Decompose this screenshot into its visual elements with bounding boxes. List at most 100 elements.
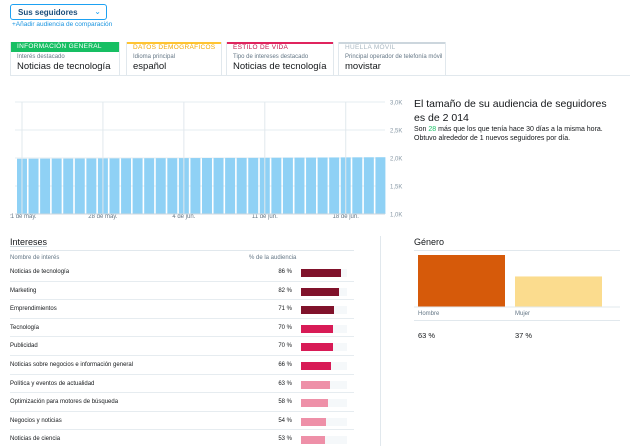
tab-caption: HUELLA MÓVIL bbox=[339, 42, 445, 52]
interest-bar bbox=[301, 436, 326, 445]
interests-title[interactable]: Intereses bbox=[10, 237, 47, 247]
interest-bar-track bbox=[301, 324, 347, 333]
interest-pct: 82 % bbox=[278, 287, 292, 294]
follower-bar bbox=[202, 158, 212, 214]
follower-bar bbox=[86, 158, 97, 214]
follower-bar bbox=[317, 157, 328, 214]
interest-pct: 66 % bbox=[278, 361, 292, 368]
gender-bar bbox=[515, 276, 602, 307]
interest-bar bbox=[301, 324, 334, 333]
gender-label-female: Mujer bbox=[515, 311, 531, 317]
follower-bar bbox=[375, 157, 386, 214]
interest-name: Publicidad bbox=[10, 343, 38, 350]
tab-lifestyle[interactable]: ESTILO DE VIDA Tipo de intereses destaca… bbox=[226, 42, 334, 76]
follower-bar bbox=[63, 158, 74, 214]
x-tick-label: 11 de jun. bbox=[252, 214, 278, 220]
x-tick-label: 21 de may. bbox=[10, 214, 37, 220]
tab-subtitle: Interés destacado bbox=[17, 54, 65, 60]
interest-row: Marketing 82 % bbox=[10, 282, 354, 301]
follower-bar bbox=[132, 158, 143, 214]
interest-name: Emprendimientos bbox=[10, 306, 57, 313]
interest-bar-track bbox=[301, 306, 347, 315]
audience-selector[interactable]: Sus seguidores ⌄ bbox=[10, 4, 107, 20]
tab-value: movistar bbox=[345, 61, 381, 72]
gender-value-male: 63 % bbox=[418, 331, 436, 340]
follower-bar bbox=[363, 157, 374, 214]
interest-bar bbox=[301, 306, 334, 315]
gender-value-female: 37 % bbox=[515, 331, 533, 340]
interest-pct: 70 % bbox=[278, 324, 292, 331]
follower-bar bbox=[306, 157, 317, 214]
interest-row: Noticias de ciencia 53 % bbox=[10, 430, 354, 446]
interest-pct: 53 % bbox=[278, 436, 292, 443]
follower-bar bbox=[352, 157, 363, 214]
follower-bar bbox=[28, 158, 39, 214]
interest-name: Noticias de tecnología bbox=[10, 269, 70, 275]
interest-row: Optimización para motores de búsqueda 58 … bbox=[10, 393, 354, 412]
divider bbox=[414, 320, 620, 321]
follower-bar bbox=[40, 158, 51, 214]
interest-pct: 58 % bbox=[278, 399, 292, 406]
add-comparison-link[interactable]: +Añadir audiencia de comparación bbox=[12, 21, 112, 28]
follower-bar bbox=[74, 158, 85, 214]
tab-value: Noticias de tecnología bbox=[17, 61, 111, 72]
divider bbox=[10, 75, 630, 76]
gender-bar-chart bbox=[414, 255, 620, 308]
tab-demographics[interactable]: DATOS DEMOGRÁFICOS Idioma principal espa… bbox=[126, 42, 222, 76]
tab-caption: ESTILO DE VIDA bbox=[227, 42, 333, 52]
audience-size-text: Son 28 más que los que tenía hace 30 día… bbox=[414, 125, 619, 143]
interest-bar-track bbox=[301, 343, 347, 352]
interest-bar bbox=[301, 343, 334, 352]
interest-name: Noticias sobre negocios e información ge… bbox=[10, 361, 134, 368]
tab-mobile-footprint[interactable]: HUELLA MÓVIL Principal operador de telef… bbox=[338, 42, 446, 76]
y-tick-label: 3,0K bbox=[390, 101, 402, 107]
tab-subtitle: Principal operador de telefonía móvil bbox=[345, 54, 443, 60]
interest-name: Optimización para motores de búsqueda bbox=[10, 399, 119, 406]
interest-row: Tecnología 70 % bbox=[10, 319, 354, 338]
interest-bar bbox=[301, 380, 330, 389]
interest-name: Marketing bbox=[10, 287, 37, 294]
follower-bar bbox=[282, 157, 293, 214]
y-tick-label: 2,0K bbox=[390, 157, 402, 163]
follower-bar bbox=[51, 158, 62, 214]
divider bbox=[10, 250, 354, 251]
follower-bar bbox=[236, 157, 247, 214]
tab-general-info[interactable]: INFORMACIÓN GENERAL Interés destacado No… bbox=[10, 42, 120, 76]
follower-bar bbox=[109, 158, 120, 214]
interest-bar-track bbox=[301, 269, 347, 277]
tab-caption: DATOS DEMOGRÁFICOS bbox=[127, 42, 221, 52]
x-tick-label: 28 de may. bbox=[88, 214, 118, 220]
insight-tabs: INFORMACIÓN GENERAL Interés destacado No… bbox=[10, 42, 640, 76]
x-tick-label: 18 de jun. bbox=[333, 214, 360, 220]
tab-caption: INFORMACIÓN GENERAL bbox=[11, 42, 119, 52]
interest-bar-track bbox=[301, 399, 347, 408]
interest-row: Noticias de tecnología 86 % bbox=[10, 263, 354, 282]
gender-bar bbox=[418, 255, 505, 307]
tab-subtitle: Idioma principal bbox=[133, 54, 176, 60]
follower-bar bbox=[190, 158, 201, 214]
follower-bar bbox=[155, 158, 166, 214]
interest-bar-track bbox=[301, 287, 347, 296]
interest-bar-track bbox=[301, 380, 347, 389]
y-tick-label: 2,5K bbox=[390, 129, 402, 135]
tab-subtitle: Tipo de intereses destacado bbox=[233, 54, 309, 60]
follower-bar bbox=[167, 158, 178, 214]
interest-name: Política y eventos de actualidad bbox=[10, 380, 95, 387]
interest-row: Negocios y noticias 54 % bbox=[10, 412, 354, 431]
interest-pct: 63 % bbox=[278, 380, 292, 387]
interest-name: Tecnología bbox=[10, 324, 40, 331]
summary-text-after: más que los que tenía hace 30 días a la … bbox=[414, 126, 603, 142]
follower-bar bbox=[144, 158, 155, 214]
y-tick-label: 1,0K bbox=[390, 213, 402, 219]
divider bbox=[414, 250, 620, 251]
audience-size-title: El tamaño de su audiencia de seguidores … bbox=[414, 98, 607, 124]
followers-bar-chart: 3,0K 2,5K 2,0K 1,5K 1,0K 21 de may. 28 de may.… bbox=[10, 101, 402, 221]
tab-value: español bbox=[133, 61, 167, 72]
y-tick-label: 1,5K bbox=[390, 185, 402, 191]
gender-title: Género bbox=[414, 237, 445, 247]
interests-table: Noticias de tecnología 86 % Marketing 82 % E… bbox=[10, 263, 354, 446]
x-tick-label: 4 de jun. bbox=[172, 214, 195, 220]
interest-pct: 70 % bbox=[278, 343, 292, 350]
follower-bar bbox=[213, 157, 224, 214]
interest-row: Emprendimientos 71 % bbox=[10, 300, 354, 319]
